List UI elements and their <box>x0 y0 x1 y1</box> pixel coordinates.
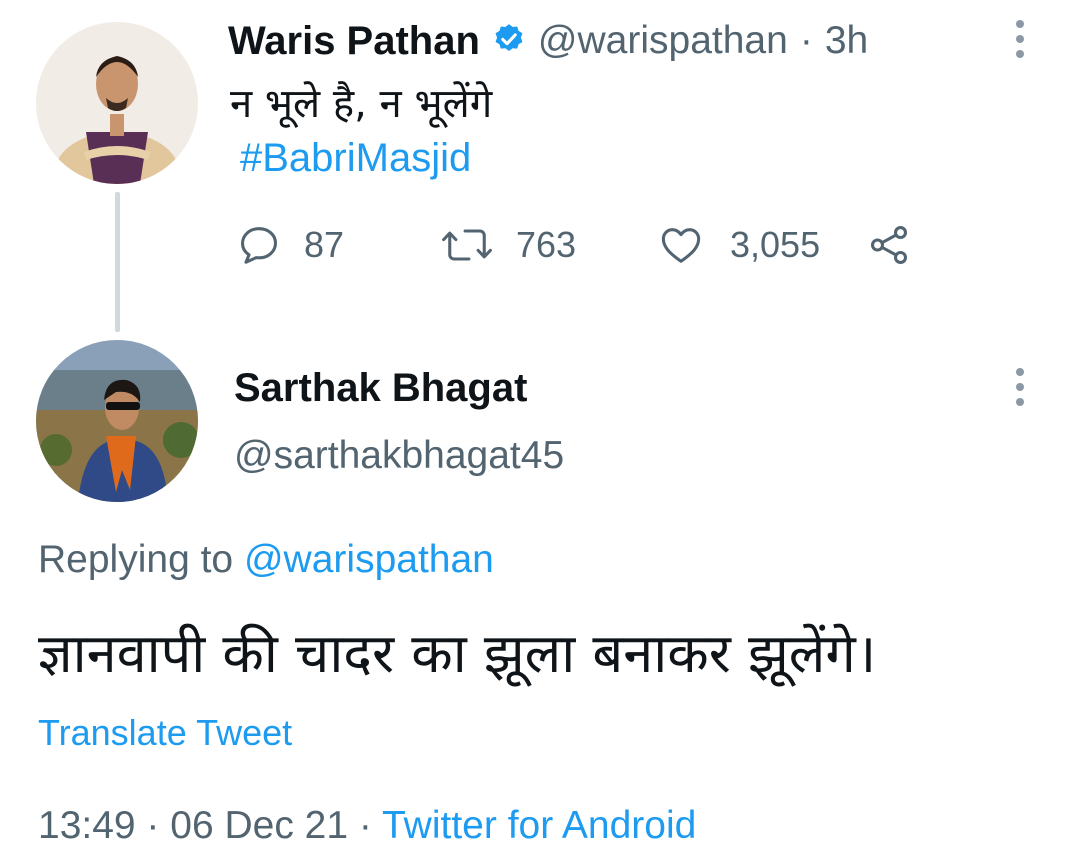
retweet-icon <box>442 229 492 261</box>
tweet-text: न भूले है, न भूलेंगे <box>230 81 493 127</box>
tweet-source-link[interactable]: Twitter for Android <box>382 804 696 847</box>
replying-to-prefix: Replying to <box>38 538 234 581</box>
replying-to: Replying to @warispathan <box>38 538 494 582</box>
reply-more-options-icon[interactable] <box>1015 368 1025 406</box>
hashtag-link[interactable]: #BabriMasjid <box>240 136 471 181</box>
tweet-time[interactable]: 3h <box>825 19 868 63</box>
author-name[interactable]: Waris Pathan <box>228 19 480 64</box>
reply-count: 87 <box>304 224 345 265</box>
replying-to-handle[interactable]: @warispathan <box>244 538 494 581</box>
like-count: 3,055 <box>730 224 821 265</box>
reply-icon <box>240 227 278 264</box>
share-icon[interactable] <box>866 222 912 273</box>
avatar-waris[interactable] <box>36 22 198 184</box>
thread-line <box>115 192 120 332</box>
tweet-meta: 13:49 · 06 Dec 21 · Twitter for Android <box>38 804 696 848</box>
avatar-sarthak-image <box>36 340 198 502</box>
separator-dot: · <box>799 19 813 62</box>
reply-author-handle[interactable]: @sarthakbhagat45 <box>234 434 564 478</box>
tweet-header: Waris Pathan @warispathan · 3h <box>228 16 868 66</box>
like-icon <box>661 228 701 263</box>
like-action[interactable]: 3,055 <box>658 222 820 268</box>
tweet-timestamp[interactable]: 13:49 · 06 Dec 21 · <box>38 804 372 847</box>
avatar-sarthak[interactable] <box>36 340 198 502</box>
reply-action[interactable]: 87 <box>236 222 344 268</box>
translate-tweet-link[interactable]: Translate Tweet <box>38 712 292 754</box>
reply-author-name[interactable]: Sarthak Bhagat <box>234 366 527 411</box>
reply-text: ज्ञानवापी की चादर का झूला बनाकर झूलेंगे। <box>38 622 877 685</box>
retweet-count: 763 <box>516 224 577 265</box>
verified-badge-icon <box>492 22 526 61</box>
more-options-icon[interactable] <box>1015 20 1025 58</box>
avatar-waris-image <box>36 22 198 184</box>
author-handle[interactable]: @warispathan <box>538 19 788 63</box>
retweet-action[interactable]: 763 <box>440 222 576 268</box>
